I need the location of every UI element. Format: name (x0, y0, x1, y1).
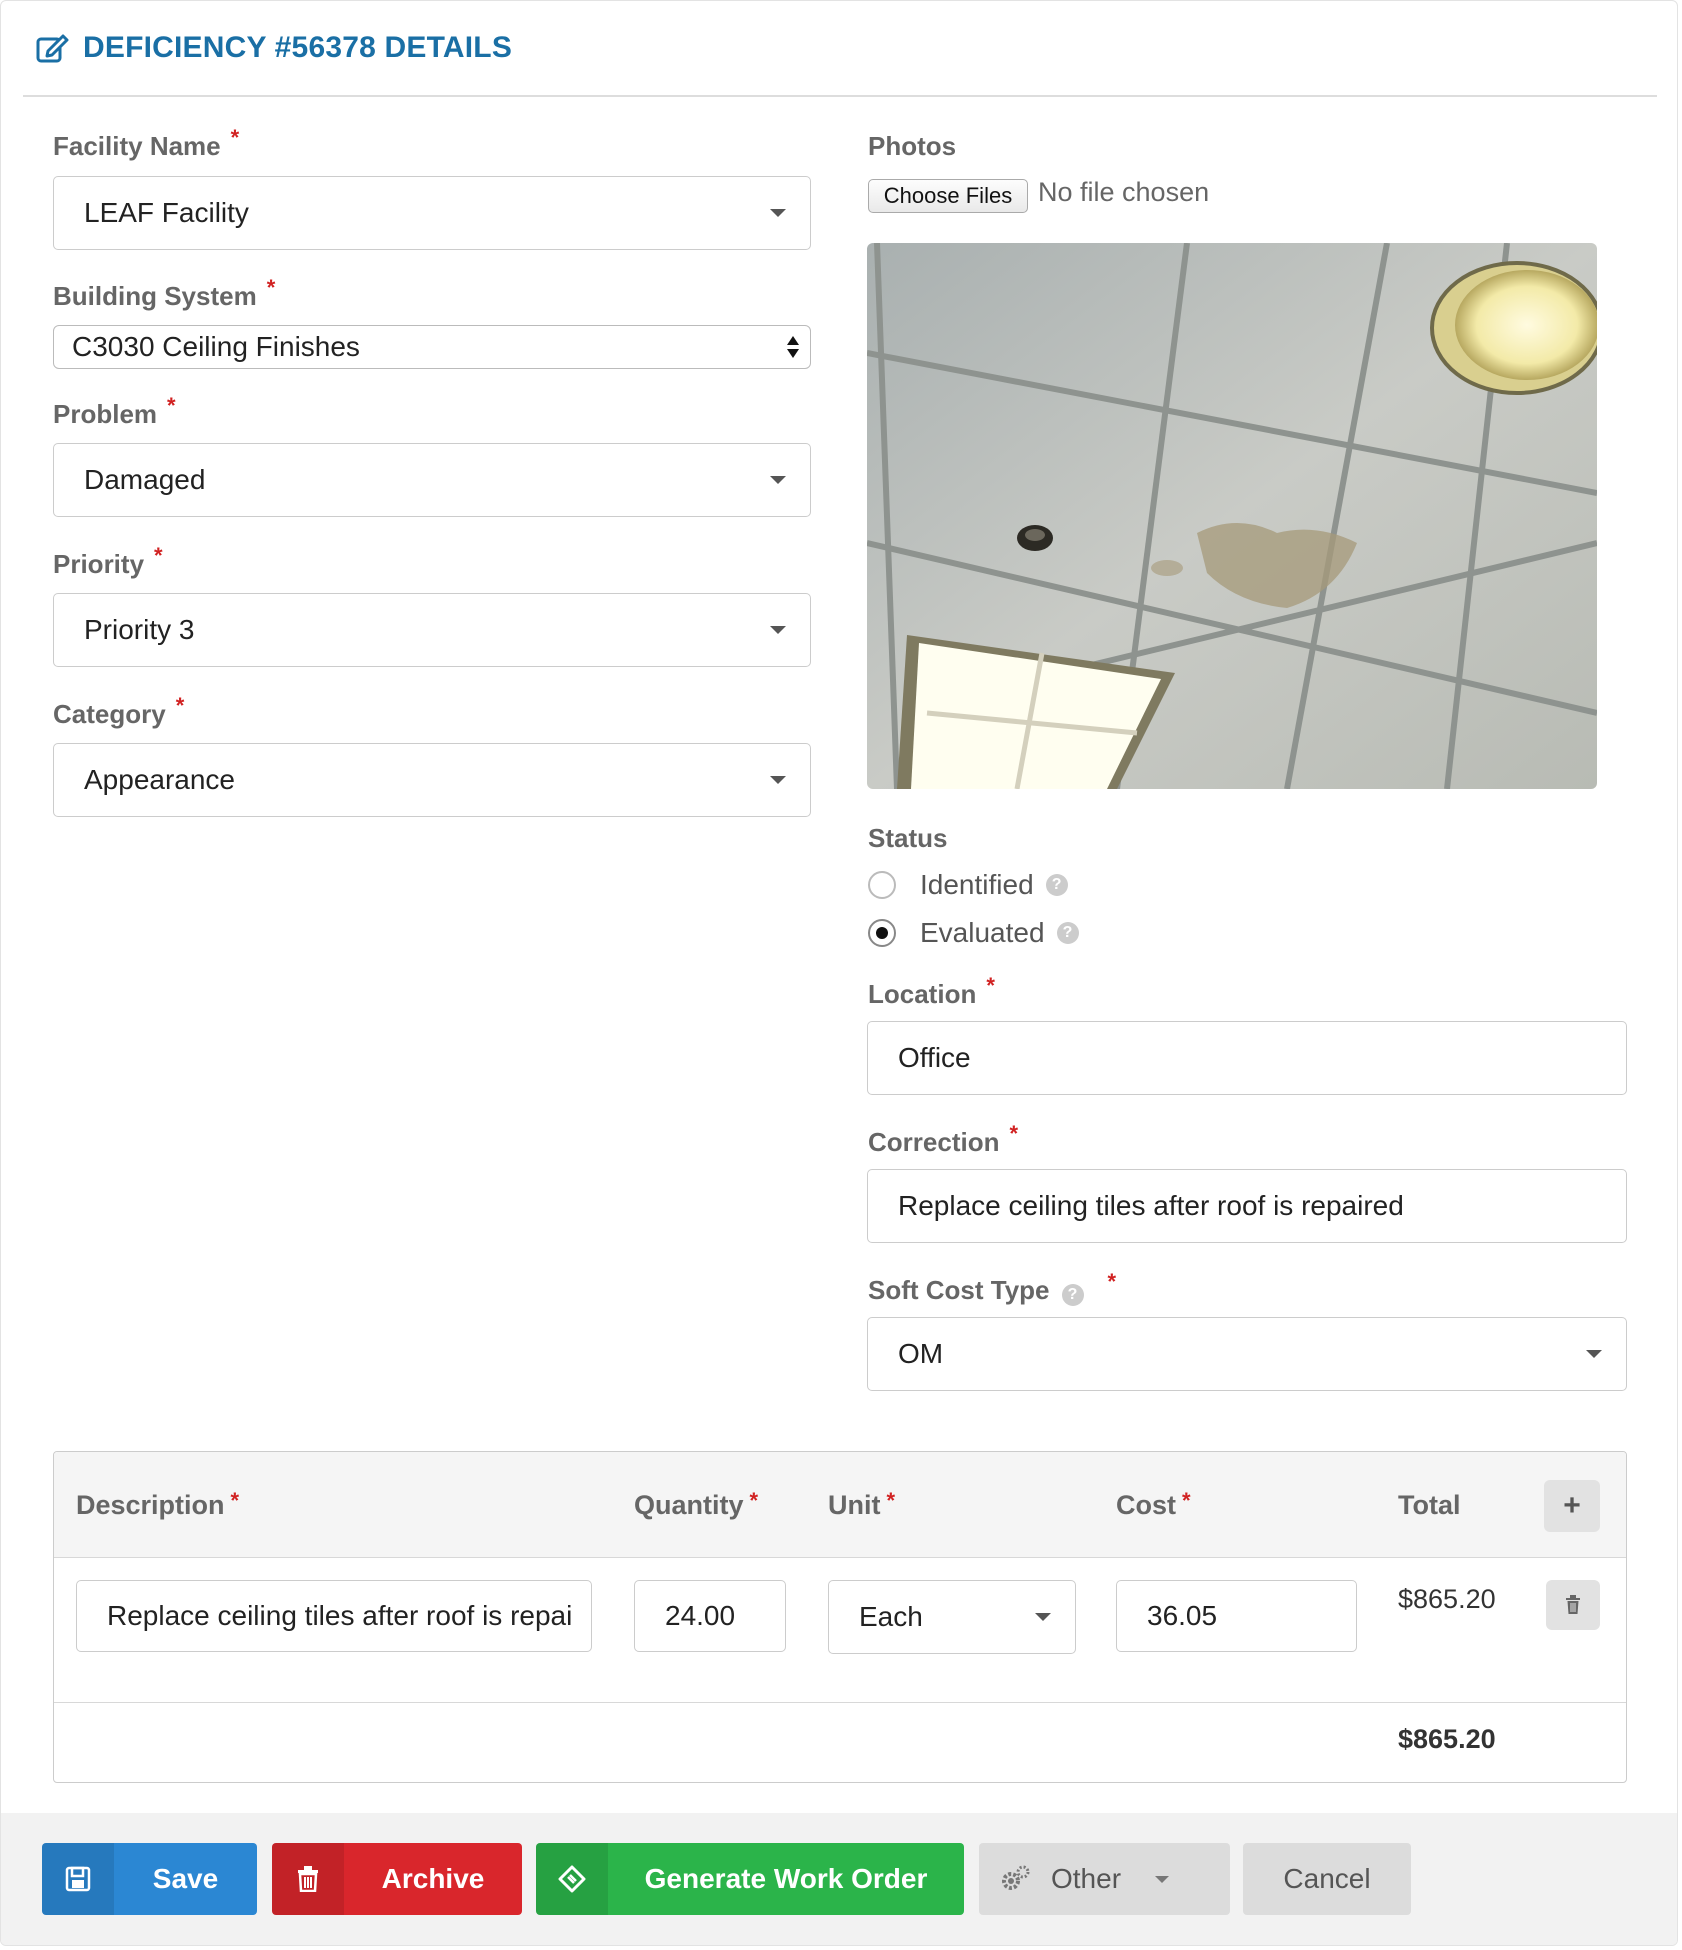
no-file-chosen-text: No file chosen (1038, 177, 1210, 207)
trash-icon (272, 1843, 344, 1915)
identified-radio[interactable] (868, 871, 896, 899)
help-icon[interactable]: ? (1045, 874, 1068, 896)
quantity-input[interactable]: 24.00 (634, 1580, 786, 1652)
location-label: Location * (868, 973, 995, 1009)
description-input[interactable]: Replace ceiling tiles after roof is repa… (76, 1580, 592, 1652)
delete-row-button[interactable] (1546, 1580, 1600, 1630)
status-label: Status (868, 823, 948, 853)
required-mark: * (986, 973, 995, 998)
generate-work-order-button[interactable]: Generate Work Order (536, 1843, 964, 1915)
trash-icon (1566, 1595, 1580, 1614)
generate-work-order-label: Generate Work Order (644, 1863, 928, 1894)
required-mark: * (154, 543, 163, 568)
unit-value: Each (859, 1601, 923, 1632)
cost-table-header: Description * Quantity * Unit * Cost * Total… (54, 1452, 1626, 1558)
problem-label: Problem * (53, 393, 176, 429)
required-mark: * (266, 275, 276, 300)
quantity-header: Quantity * (634, 1488, 759, 1520)
required-mark: * (1107, 1269, 1117, 1294)
add-row-button[interactable]: + (1544, 1480, 1600, 1532)
category-select[interactable]: Appearance (53, 743, 811, 817)
archive-label: Archive (381, 1863, 485, 1894)
status-option-identified[interactable]: Identified ? (868, 869, 1068, 901)
edit-icon (36, 34, 69, 63)
building-system-value: C3030 Ceiling Finishes (72, 331, 360, 362)
required-mark: * (1009, 1121, 1019, 1146)
caret-down-icon (1155, 1875, 1170, 1883)
cost-table: Description * Quantity * Unit * Cost * Total… (53, 1451, 1627, 1783)
unit-select[interactable]: Each (828, 1580, 1076, 1654)
caret-down-icon (1586, 1350, 1602, 1358)
caret-down-icon (770, 476, 786, 484)
location-input[interactable]: Office (867, 1021, 1627, 1095)
other-label: Other (1051, 1863, 1122, 1894)
facility-name-label: Facility Name * (53, 125, 240, 161)
correction-label: Correction * (868, 1121, 1019, 1157)
cost-input[interactable]: 36.05 (1116, 1580, 1357, 1652)
evaluated-radio[interactable] (868, 919, 896, 947)
archive-button[interactable]: Archive (272, 1843, 522, 1915)
problem-value: Damaged (84, 464, 206, 495)
deficiency-panel: DEFICIENCY #56378 DETAILS Facility Name *… (0, 0, 1678, 1946)
problem-select[interactable]: Damaged (53, 443, 811, 517)
facility-name-value: LEAF Facility (84, 197, 249, 228)
cogs-icon (979, 1865, 1051, 1893)
save-button[interactable]: Save (42, 1843, 257, 1915)
row-total: $865.20 (1398, 1584, 1496, 1614)
description-header: Description * (76, 1488, 240, 1520)
soft-cost-type-label: Soft Cost Type ?* (868, 1269, 1117, 1306)
deficiency-photo[interactable] (867, 243, 1597, 789)
caret-down-icon (770, 626, 786, 634)
floppy-icon (42, 1843, 114, 1915)
help-icon[interactable]: ? (1061, 1284, 1084, 1306)
status-option-evaluated[interactable]: Evaluated ? (868, 917, 1079, 949)
category-value: Appearance (84, 764, 236, 795)
required-mark: * (230, 125, 240, 150)
evaluated-label: Evaluated (920, 917, 1045, 948)
cost-header: Cost * (1116, 1488, 1191, 1520)
grand-total: $865.20 (1398, 1724, 1496, 1754)
soft-cost-type-value: OM (898, 1338, 944, 1369)
row-divider (54, 1702, 1626, 1703)
priority-label: Priority * (53, 543, 163, 579)
page-title: DEFICIENCY #56378 DETAILS (83, 31, 513, 64)
panel-header: DEFICIENCY #56378 DETAILS (23, 1, 1657, 97)
priority-select[interactable]: Priority 3 (53, 593, 811, 667)
building-system-label: Building System * (53, 275, 276, 311)
identified-label: Identified (920, 869, 1034, 900)
help-icon[interactable]: ? (1056, 922, 1079, 944)
soft-cost-type-select[interactable]: OM (867, 1317, 1627, 1391)
total-header: Total (1398, 1490, 1461, 1520)
priority-value: Priority 3 (84, 614, 195, 645)
updown-icon (787, 336, 799, 358)
category-label: Category * (53, 693, 185, 729)
required-mark: * (175, 693, 185, 718)
cancel-button[interactable]: Cancel (1243, 1843, 1411, 1915)
other-dropdown-button[interactable]: Other (979, 1843, 1230, 1915)
caret-down-icon (770, 776, 786, 784)
correction-input[interactable]: Replace ceiling tiles after roof is repa… (867, 1169, 1627, 1243)
photos-label: Photos (868, 131, 957, 161)
building-system-select[interactable]: C3030 Ceiling Finishes (53, 325, 811, 369)
plus-icon: + (1563, 1489, 1581, 1522)
save-label: Save (152, 1863, 219, 1894)
unit-header: Unit * (828, 1488, 896, 1520)
caret-down-icon (770, 209, 786, 217)
ticket-icon (536, 1843, 608, 1915)
caret-down-icon (1035, 1613, 1051, 1621)
choose-files-button[interactable]: Choose Files (868, 179, 1028, 213)
facility-name-select[interactable]: LEAF Facility (53, 176, 811, 250)
required-mark: * (167, 393, 176, 418)
action-footer: Save Archive Generate Work Order Other C… (1, 1813, 1677, 1945)
